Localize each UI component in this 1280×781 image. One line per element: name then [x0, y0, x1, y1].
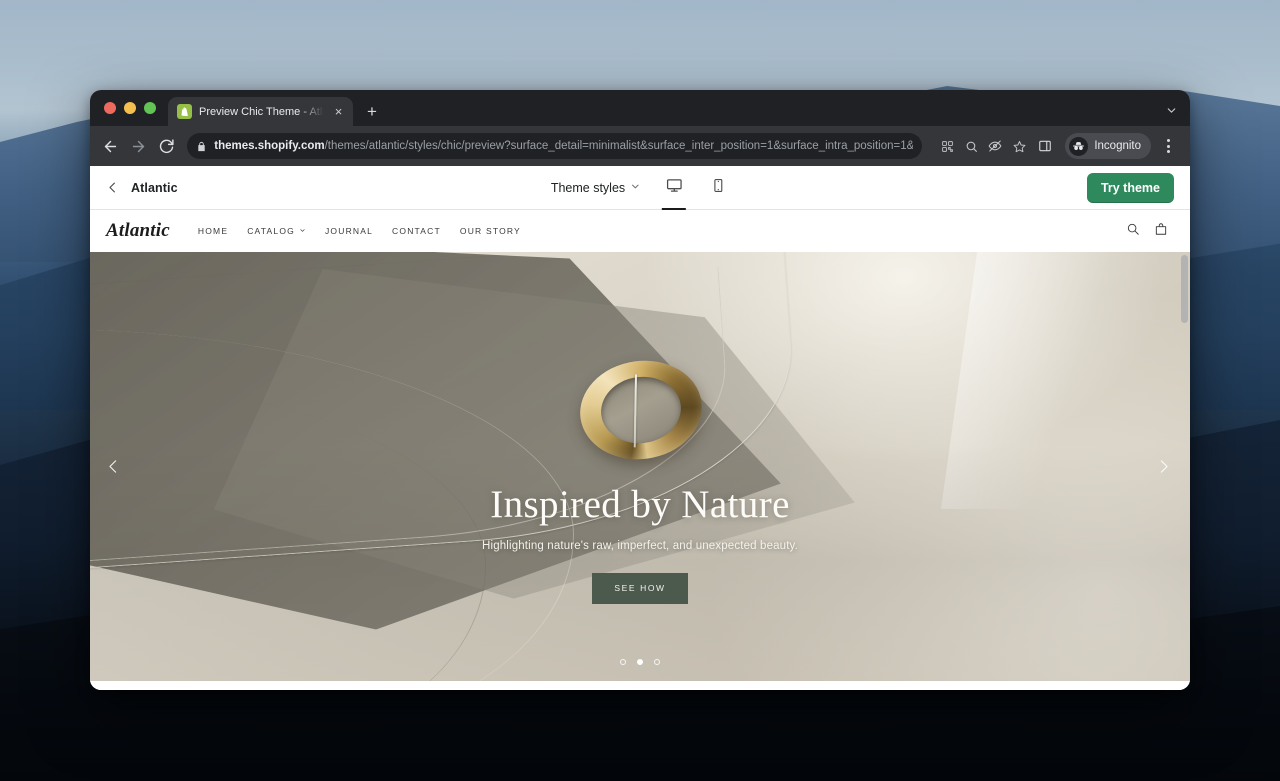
reload-button[interactable]	[154, 132, 180, 160]
address-bar[interactable]: themes.shopify.com/themes/atlantic/style…	[187, 133, 923, 159]
lock-icon	[196, 141, 207, 152]
toolbar-right-actions: Incognito	[1032, 133, 1180, 159]
browser-viewport: Atlantic Theme styles Try theme Atlantic…	[90, 166, 1190, 690]
kebab-dot	[1166, 150, 1170, 153]
store-header: Atlantic HOME CATALOG JOURNAL CONTACT OU…	[90, 210, 1190, 252]
browser-tab-title: Preview Chic Theme - Atlantic	[199, 105, 324, 118]
back-chevron-icon[interactable]	[102, 178, 122, 198]
viewport-bottom-edge	[90, 681, 1190, 690]
nav-item-label: CATALOG	[247, 226, 295, 236]
carousel-prev-button[interactable]	[96, 450, 130, 484]
chevron-down-icon	[299, 226, 306, 236]
bookmark-star-icon[interactable]	[1008, 135, 1030, 157]
incognito-icon	[1069, 136, 1089, 156]
close-window-button[interactable]	[104, 102, 116, 114]
browser-window: Preview Chic Theme - Atlantic × +	[90, 90, 1190, 690]
hero-cta-button[interactable]: SEE HOW	[592, 572, 688, 604]
side-panel-icon[interactable]	[1032, 133, 1058, 159]
window-controls	[100, 90, 168, 126]
store-logo[interactable]: Atlantic	[106, 220, 176, 242]
nav-item-home[interactable]: HOME	[198, 226, 228, 236]
theme-name: Atlantic	[131, 180, 178, 195]
kebab-dot	[1166, 139, 1170, 142]
kebab-dot	[1166, 144, 1170, 148]
back-button[interactable]	[98, 132, 124, 160]
desktop-monitor-icon	[666, 177, 683, 199]
mobile-phone-icon	[711, 178, 726, 198]
forward-button[interactable]	[126, 132, 152, 160]
theme-styles-label: Theme styles	[550, 180, 626, 195]
desktop-wallpaper: Preview Chic Theme - Atlantic × +	[0, 0, 1280, 781]
profile-label: Incognito	[1094, 140, 1142, 152]
url-path: /themes/atlantic/styles/chic/preview?sur…	[324, 140, 914, 152]
store-header-actions	[1126, 222, 1168, 241]
carousel-dot-3[interactable]	[654, 659, 660, 665]
carousel-next-button[interactable]	[1146, 450, 1180, 484]
hero-subtitle: Highlighting nature's raw, imperfect, an…	[482, 539, 798, 552]
url-domain: themes.shopify.com	[214, 140, 325, 152]
close-tab-icon[interactable]: ×	[331, 104, 346, 119]
hero-carousel: Inspired by Nature Highlighting nature's…	[90, 252, 1190, 681]
search-icon[interactable]	[960, 135, 982, 157]
try-theme-button[interactable]: Try theme	[1086, 172, 1174, 203]
chevron-down-icon	[630, 181, 641, 195]
preview-bar-center: Theme styles	[547, 166, 733, 210]
carousel-dot-2[interactable]	[637, 659, 643, 665]
store-nav: HOME CATALOG JOURNAL CONTACT OUR STORY	[198, 226, 521, 236]
search-icon[interactable]	[1126, 222, 1140, 241]
nav-item-catalog[interactable]: CATALOG	[247, 226, 306, 236]
hero-title: Inspired by Nature	[490, 482, 790, 526]
omnibox-actions	[930, 135, 1030, 157]
mobile-view-button[interactable]	[703, 166, 733, 210]
nav-item-contact[interactable]: CONTACT	[392, 226, 441, 236]
address-bar-url: themes.shopify.com/themes/atlantic/style…	[214, 140, 913, 152]
theme-preview-bar: Atlantic Theme styles Try theme	[90, 166, 1190, 210]
browser-tab-strip: Preview Chic Theme - Atlantic × +	[90, 90, 1190, 126]
browser-toolbar: themes.shopify.com/themes/atlantic/style…	[90, 126, 1190, 166]
carousel-dot-1[interactable]	[620, 659, 626, 665]
theme-styles-dropdown[interactable]: Theme styles	[547, 177, 645, 199]
hero-overlay-scrim	[90, 252, 1190, 681]
qr-code-icon[interactable]	[936, 135, 958, 157]
browser-menu-button[interactable]	[1156, 133, 1180, 159]
maximize-window-button[interactable]	[144, 102, 156, 114]
theme-preview-frame: Atlantic HOME CATALOG JOURNAL CONTACT OU…	[90, 210, 1190, 681]
nav-item-our-story[interactable]: OUR STORY	[460, 226, 521, 236]
tab-strip-actions	[1165, 104, 1190, 126]
profile-button[interactable]: Incognito	[1065, 133, 1152, 159]
nav-item-journal[interactable]: JOURNAL	[325, 226, 373, 236]
shopping-bag-icon[interactable]	[1154, 222, 1168, 241]
preview-bar-right: Try theme	[1086, 172, 1174, 203]
new-tab-button[interactable]: +	[359, 98, 385, 124]
preview-scrollbar[interactable]	[1181, 255, 1188, 681]
preview-scrollbar-thumb[interactable]	[1181, 255, 1188, 323]
nav-item-label: HOME	[197, 226, 229, 236]
chevron-down-icon[interactable]	[1165, 104, 1178, 122]
nav-item-label: CONTACT	[392, 226, 441, 236]
carousel-dots	[90, 659, 1190, 665]
browser-tab[interactable]: Preview Chic Theme - Atlantic ×	[168, 97, 353, 126]
desktop-view-button[interactable]	[659, 166, 689, 210]
shopify-bag-icon	[177, 104, 192, 119]
minimize-window-button[interactable]	[124, 102, 136, 114]
hero-content: Inspired by Nature Highlighting nature's…	[90, 482, 1190, 604]
tracking-protection-icon[interactable]	[984, 135, 1006, 157]
preview-bar-left: Atlantic	[102, 178, 178, 198]
nav-item-label: OUR STORY	[459, 226, 521, 236]
nav-item-label: JOURNAL	[324, 226, 374, 236]
